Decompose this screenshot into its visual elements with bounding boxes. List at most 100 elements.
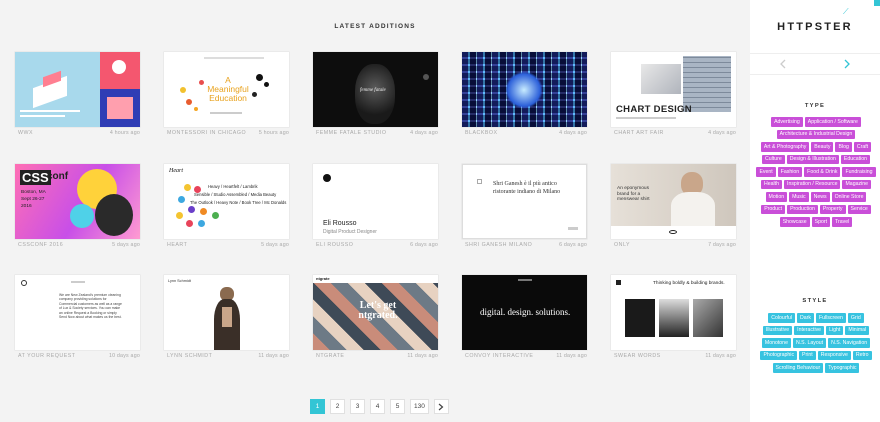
card-title[interactable]: FEMME FATALE STUDIO (316, 130, 387, 136)
card-title[interactable]: SWEAR WORDS (614, 353, 661, 359)
card-title[interactable]: CHART ART FAIR (614, 130, 664, 136)
card-ntgrate[interactable]: ntgrate Let's get ntgrated. NTGRATE 11 da… (313, 275, 438, 359)
type-tag[interactable]: Service (847, 204, 871, 214)
style-tag[interactable]: Scrolling Behaviour (772, 363, 824, 373)
style-tag[interactable]: Minimal (845, 325, 870, 335)
type-tag[interactable]: Culture (762, 154, 785, 164)
chevron-left-icon[interactable] (780, 59, 786, 69)
card-chart-art-fair[interactable]: CHART DESIGN CHART ART FAIR 4 days ago (611, 52, 736, 136)
card-montessori[interactable]: A Meaningful Education MONTESSORI IN CHI… (164, 52, 289, 136)
chevron-right-icon[interactable] (844, 59, 850, 69)
type-tag[interactable]: Music (789, 192, 809, 202)
card-title[interactable]: CSSCONF 2016 (18, 242, 63, 248)
style-tag[interactable]: N.S. Layout (792, 338, 827, 348)
type-tag[interactable]: Food & Drink (804, 167, 841, 177)
page-button-130[interactable]: 130 (410, 399, 429, 414)
card-lynn-schmidt[interactable]: Lynn Schmidt LYNN SCHMIDT 11 days ago (164, 275, 289, 359)
card-title[interactable]: ELI ROUSSO (316, 242, 353, 248)
type-tag[interactable]: Showcase (779, 217, 810, 227)
card-wwx[interactable]: WWX 4 hours ago (15, 52, 140, 136)
style-tag[interactable]: Dark (797, 313, 814, 323)
type-tag[interactable]: Design & Illustration (786, 154, 839, 164)
type-tag[interactable]: Fashion (777, 167, 803, 177)
thumbnail-chart-art-fair[interactable]: CHART DESIGN (611, 52, 736, 127)
style-tag[interactable]: Photographic (760, 350, 798, 360)
type-tag[interactable]: Blog (835, 142, 852, 152)
card-convoy-interactive[interactable]: digital. design. solutions. CONVOY INTER… (462, 275, 587, 359)
card-title[interactable]: ONLY (614, 242, 630, 248)
card-title[interactable]: NTGRATE (316, 353, 344, 359)
type-tag[interactable]: Sport (811, 217, 831, 227)
type-tag[interactable]: Event (756, 167, 776, 177)
card-cssconf[interactable]: CSS conf Boston, MA Sept 26-27 2016 CSSC… (15, 164, 140, 248)
card-title[interactable]: BLACKBOX (465, 130, 498, 136)
style-tag[interactable]: Interactive (794, 325, 825, 335)
thumbnail-femme-fatale[interactable]: femme fatale (313, 52, 438, 127)
page-button-5[interactable]: 5 (390, 399, 405, 414)
type-tag[interactable]: Craft (853, 142, 872, 152)
card-femme-fatale[interactable]: femme fatale FEMME FATALE STUDIO 4 days a… (313, 52, 438, 136)
card-title[interactable]: WWX (18, 130, 33, 136)
site-logo[interactable]: HTTPSTER (750, 21, 880, 33)
card-heart[interactable]: Heart Heavy / Heartfelt / Lambrik Sensib… (164, 164, 289, 248)
thumbnail-cssconf[interactable]: CSS conf Boston, MA Sept 26-27 2016 (15, 164, 140, 239)
type-tag[interactable]: Fundraising (842, 167, 876, 177)
card-only[interactable]: An eponymous brand for a menswear shirt … (611, 164, 736, 248)
type-tag[interactable]: Production (787, 204, 818, 214)
style-tag[interactable]: Illustrative (762, 325, 793, 335)
card-shri-ganesh[interactable]: Shri Ganesh è il più antico ristorante i… (462, 164, 587, 248)
next-page-button[interactable] (433, 399, 449, 414)
type-tag[interactable]: Inspiration / Resource (784, 179, 841, 189)
style-tag[interactable]: Light (826, 325, 844, 335)
type-tag[interactable]: Advertising (771, 117, 803, 127)
thumbnail-ntgrate[interactable]: ntgrate Let's get ntgrated. (313, 275, 438, 350)
page-button-2[interactable]: 2 (330, 399, 345, 414)
type-tag[interactable]: Travel (832, 217, 853, 227)
card-eli-rousso[interactable]: Eli Rousso Digital Product Designer ELI … (313, 164, 438, 248)
type-tag[interactable]: Architecture & Industrial Design (776, 129, 856, 139)
type-tag[interactable]: News (810, 192, 830, 202)
type-tag[interactable]: Magazine (842, 179, 871, 189)
card-swear-words[interactable]: Thinking boldly & building brands. SWEAR… (611, 275, 736, 359)
style-tag[interactable]: Print (799, 350, 816, 360)
thumbnail-lynn-schmidt[interactable]: Lynn Schmidt (164, 275, 289, 350)
page-button-1[interactable]: 1 (310, 399, 325, 414)
style-tag[interactable]: Responsive (817, 350, 851, 360)
type-tag[interactable]: Beauty (811, 142, 834, 152)
type-tag[interactable]: Motion (765, 192, 788, 202)
thumbnail-convoy-interactive[interactable]: digital. design. solutions. (462, 275, 587, 350)
style-tag[interactable]: Grid (847, 313, 864, 323)
thumbnail-shri-ganesh[interactable]: Shri Ganesh è il più antico ristorante i… (462, 164, 587, 239)
card-title[interactable]: CONVOY INTERACTIVE (465, 353, 533, 359)
card-title[interactable]: HEART (167, 242, 187, 248)
thumbnail-blackbox[interactable] (462, 52, 587, 127)
card-at-your-request[interactable]: We are New Zealand's premium cleaning co… (15, 275, 140, 359)
card-title[interactable]: SHRI GANESH MILANO (465, 242, 532, 248)
style-tag[interactable]: Retro (852, 350, 872, 360)
style-tag[interactable]: Fullscreen (815, 313, 846, 323)
thumbnail-montessori[interactable]: A Meaningful Education (164, 52, 289, 127)
type-tag[interactable]: Product (761, 204, 786, 214)
thumbnail-eli-rousso[interactable]: Eli Rousso Digital Product Designer (313, 164, 438, 239)
card-title[interactable]: AT YOUR REQUEST (18, 353, 76, 359)
type-tag[interactable]: Art & Photography (760, 142, 810, 152)
page-button-4[interactable]: 4 (370, 399, 385, 414)
thumbnail-at-your-request[interactable]: We are New Zealand's premium cleaning co… (15, 275, 140, 350)
type-tag[interactable]: Health (761, 179, 783, 189)
card-blackbox[interactable]: BLACKBOX 4 days ago (462, 52, 587, 136)
thumbnail-swear-words[interactable]: Thinking boldly & building brands. (611, 275, 736, 350)
style-tag[interactable]: Monotone (761, 338, 791, 348)
card-title[interactable]: LYNN SCHMIDT (167, 353, 212, 359)
thumbnail-wwx[interactable] (15, 52, 140, 127)
card-title[interactable]: MONTESSORI IN CHICAGO (167, 130, 246, 136)
page-button-3[interactable]: 3 (350, 399, 365, 414)
type-tag[interactable]: Property (819, 204, 846, 214)
style-tag[interactable]: Colourful (768, 313, 796, 323)
corner-badge[interactable] (874, 0, 880, 6)
type-tag[interactable]: Application / Software (804, 117, 861, 127)
type-tag[interactable]: Education (840, 154, 870, 164)
style-tag[interactable]: N.S. Navigation (828, 338, 871, 348)
thumbnail-heart[interactable]: Heart Heavy / Heartfelt / Lambrik Sensib… (164, 164, 289, 239)
type-tag[interactable]: Online Store (831, 192, 867, 202)
thumbnail-only[interactable]: An eponymous brand for a menswear shirt (611, 164, 736, 239)
